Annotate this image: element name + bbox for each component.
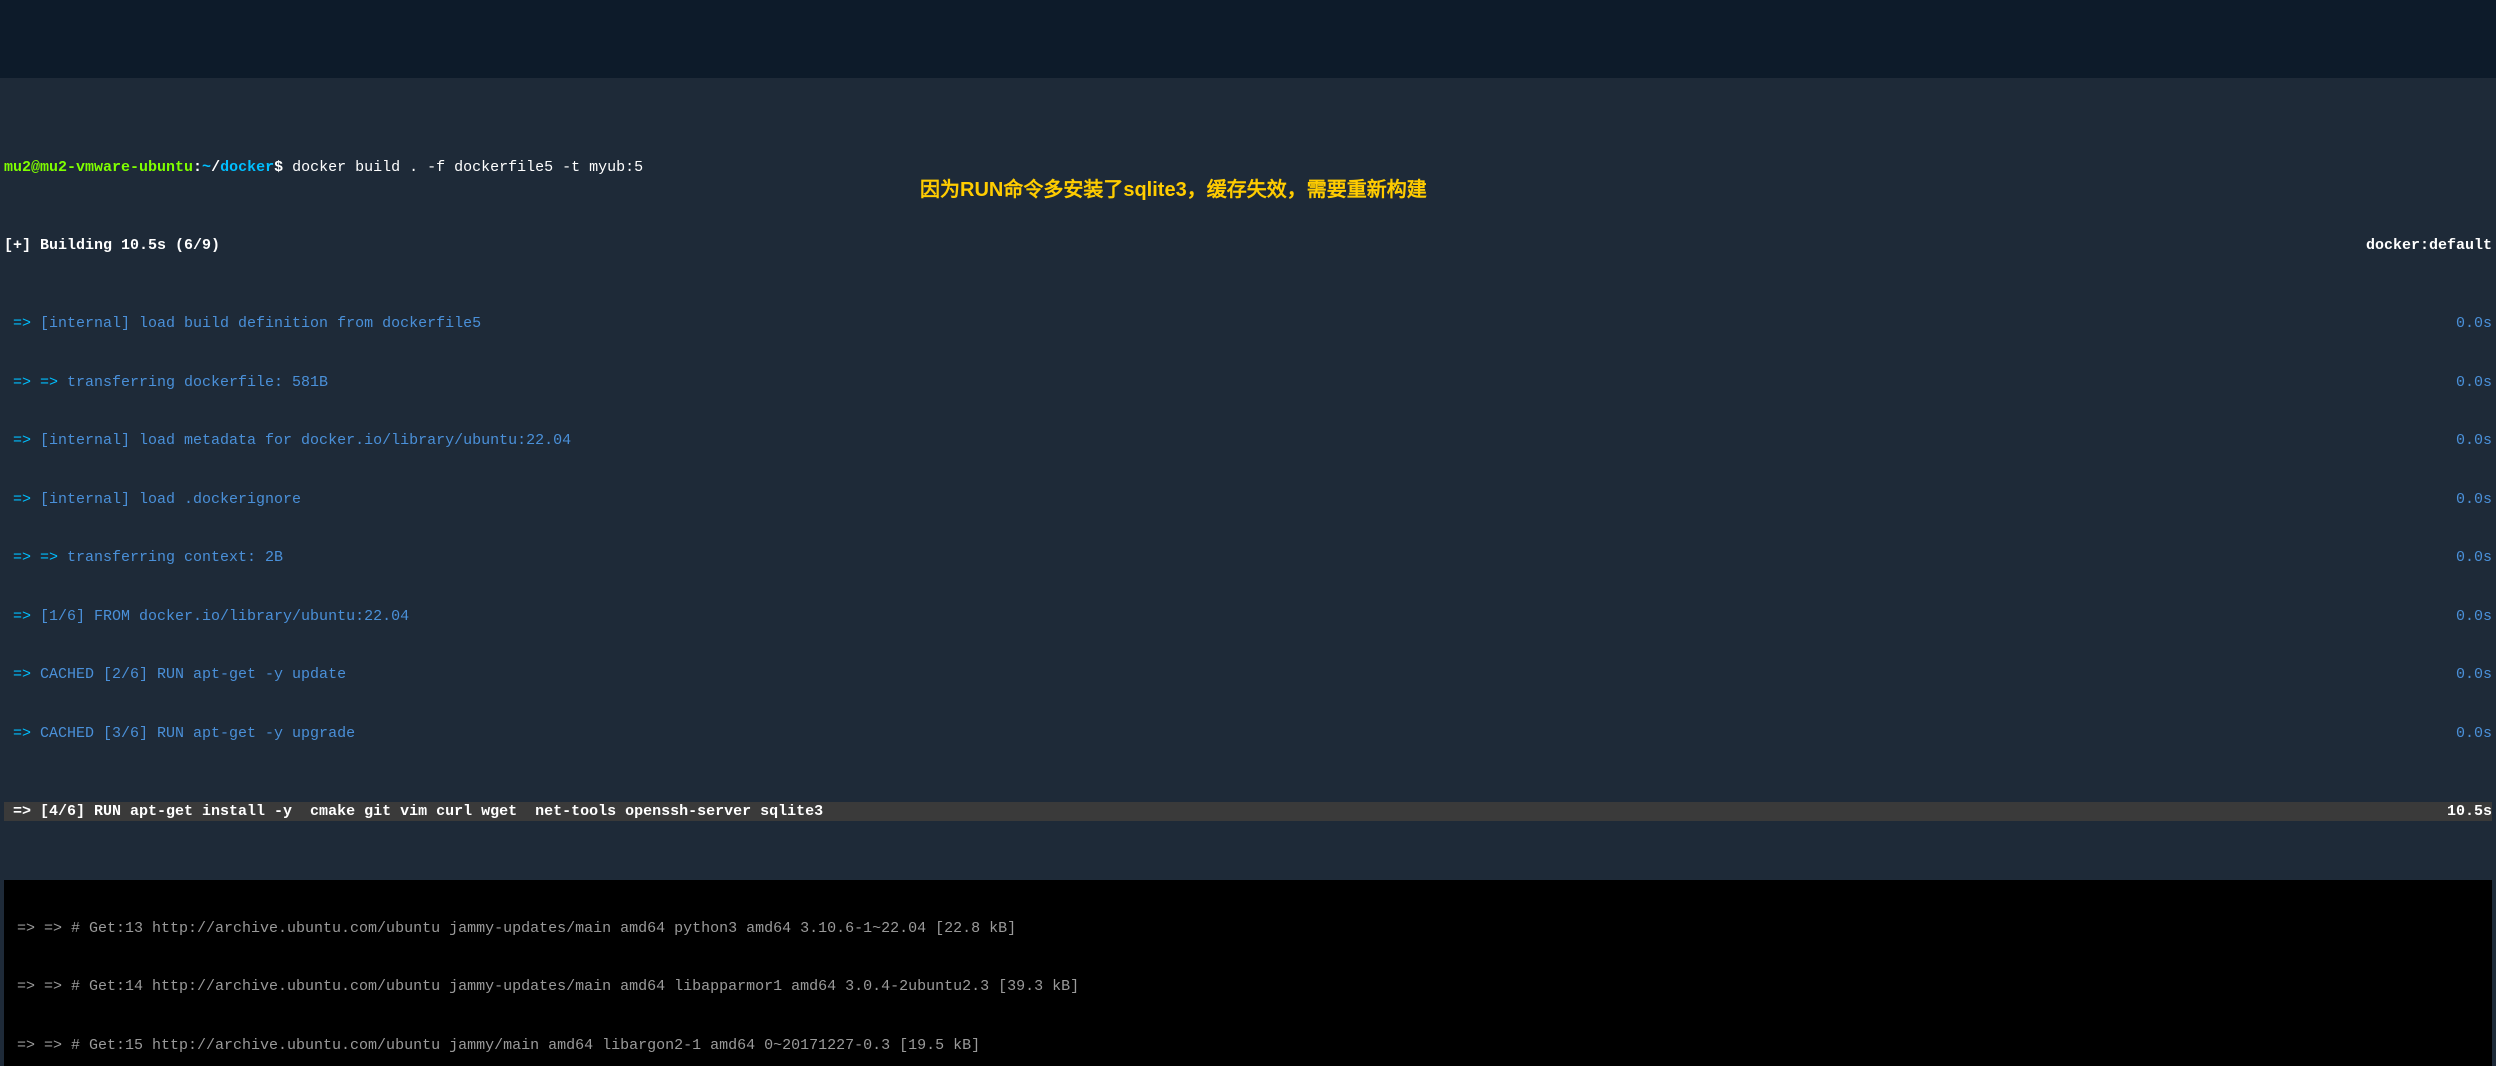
terminal-window[interactable]: mu2@mu2-vmware-ubuntu:~/docker$ docker b… [0,78,2496,1066]
step-line: => CACHED [3/6] RUN apt-get -y upgrade 0.… [4,724,2492,744]
step-line: => => transferring context: 2B 0.0s [4,548,2492,568]
step-text: CACHED [2/6] RUN apt-get -y update [40,666,346,683]
step-time: 0.0s [2436,665,2492,685]
current-step-text: [4/6] RUN apt-get install -y cmake git v… [40,803,823,820]
prompt-dir: docker [220,159,274,176]
step-text: transferring dockerfile: 581B [67,374,328,391]
command-text: docker build . -f dockerfile5 -t myub:5 [292,159,643,176]
step-line: => [internal] load metadata for docker.i… [4,431,2492,451]
output-line: => => # Get:13 http://archive.ubuntu.com… [4,919,2492,939]
step-arrow: => [4,608,40,625]
prompt-user-host: mu2@mu2-vmware-ubuntu [4,159,193,176]
plus-indicator: [+] [4,237,31,254]
step-time: 0.0s [2436,431,2492,451]
context-label: docker: [2366,237,2429,254]
step-line: => CACHED [2/6] RUN apt-get -y update 0.0… [4,665,2492,685]
step-time: 0.0s [2436,490,2492,510]
context-value: default [2429,237,2492,254]
step-arrow: => [4,315,40,332]
step-arrow: => [4,803,40,820]
step-arrow: => => [4,549,67,566]
step-text: [1/6] FROM docker.io/library/ubuntu:22.0… [40,608,409,625]
building-status: Building 10.5s (6/9) [31,237,220,254]
step-line: => [internal] load .dockerignore 0.0s [4,490,2492,510]
prompt-dollar: $ [274,159,292,176]
output-line: => => # Get:15 http://archive.ubuntu.com… [4,1036,2492,1056]
output-line: => => # Get:14 http://archive.ubuntu.com… [4,977,2492,997]
step-text: [internal] load metadata for docker.io/l… [40,432,571,449]
step-text: CACHED [3/6] RUN apt-get -y upgrade [40,725,355,742]
build-output-block: => => # Get:13 http://archive.ubuntu.com… [4,880,2492,1066]
current-step-line: => [4/6] RUN apt-get install -y cmake gi… [4,802,2492,822]
step-arrow: => [4,491,40,508]
step-line: => => transferring dockerfile: 581B 0.0s [4,373,2492,393]
step-time: 0.0s [2436,724,2492,744]
step-arrow: => => [4,374,67,391]
current-step-time: 10.5s [2427,802,2492,822]
step-time: 0.0s [2436,607,2492,627]
step-text: transferring context: 2B [67,549,283,566]
step-text: [internal] load .dockerignore [40,491,301,508]
step-time: 0.0s [2436,373,2492,393]
step-line: => [internal] load build definition from… [4,314,2492,334]
annotation-overlay: 因为RUN命令多安装了sqlite3，缓存失效，需要重新构建 [920,177,1427,203]
step-arrow: => [4,666,40,683]
prompt-tilde: ~ [202,159,211,176]
step-text: [internal] load build definition from do… [40,315,481,332]
prompt-slash: / [211,159,220,176]
step-time: 0.0s [2436,548,2492,568]
prompt-colon: : [193,159,202,176]
step-arrow: => [4,432,40,449]
step-arrow: => [4,725,40,742]
step-time: 0.0s [2436,314,2492,334]
step-line: => [1/6] FROM docker.io/library/ubuntu:2… [4,607,2492,627]
prompt-line: mu2@mu2-vmware-ubuntu:~/docker$ docker b… [4,139,2492,178]
building-header-line: [+] Building 10.5s (6/9) docker:default [4,236,2492,256]
